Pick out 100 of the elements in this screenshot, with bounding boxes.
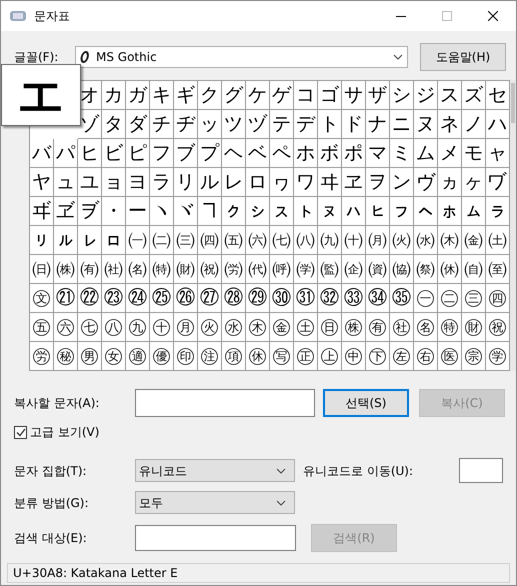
- search-field[interactable]: [135, 525, 296, 551]
- character-cell[interactable]: ㉖: [174, 284, 198, 313]
- character-cell[interactable]: ヮ: [270, 168, 294, 197]
- character-cell[interactable]: ヶ: [462, 168, 486, 197]
- character-cell[interactable]: ㉑: [54, 284, 78, 313]
- character-cell[interactable]: ㊠: [222, 342, 246, 371]
- character-cell[interactable]: ㈣: [198, 226, 222, 255]
- character-cell[interactable]: ㈢: [174, 226, 198, 255]
- character-cell[interactable]: ホ: [294, 139, 318, 168]
- character-cell[interactable]: ㉀: [414, 255, 438, 284]
- character-cell[interactable]: ㊄: [30, 313, 54, 342]
- character-cell[interactable]: ジ: [414, 81, 438, 110]
- character-cell[interactable]: ㊚: [78, 342, 102, 371]
- character-cell[interactable]: キ: [150, 81, 174, 110]
- character-cell[interactable]: ク: [198, 81, 222, 110]
- character-cell[interactable]: ㉙: [246, 284, 270, 313]
- character-cell[interactable]: タ: [102, 110, 126, 139]
- character-cell[interactable]: ㇱ: [246, 197, 270, 226]
- character-cell[interactable]: ㉘: [222, 284, 246, 313]
- character-cell[interactable]: ン: [390, 168, 414, 197]
- character-cell[interactable]: ㊞: [174, 342, 198, 371]
- character-cell[interactable]: モ: [462, 139, 486, 168]
- character-cell[interactable]: ム: [414, 139, 438, 168]
- character-cell[interactable]: ㊂: [462, 284, 486, 313]
- character-cell[interactable]: ㇿ: [102, 226, 126, 255]
- character-cell[interactable]: ヲ: [366, 168, 390, 197]
- character-cell[interactable]: ㊁: [438, 284, 462, 313]
- character-cell[interactable]: ㉞: [366, 284, 390, 313]
- character-cell[interactable]: ヅ: [246, 110, 270, 139]
- character-cell[interactable]: ド: [342, 110, 366, 139]
- character-cell[interactable]: ㊋: [198, 313, 222, 342]
- character-cell[interactable]: ミ: [390, 139, 414, 168]
- character-cell[interactable]: ㇰ: [222, 197, 246, 226]
- character-cell[interactable]: ㈱: [54, 255, 78, 284]
- character-cell[interactable]: ㈽: [342, 255, 366, 284]
- character-cell[interactable]: フ: [150, 139, 174, 168]
- character-cell[interactable]: ㊥: [342, 342, 366, 371]
- character-cell[interactable]: ナ: [366, 110, 390, 139]
- charset-dropdown[interactable]: 유니코드: [135, 459, 295, 482]
- character-cell[interactable]: ㈶: [174, 255, 198, 284]
- checkbox[interactable]: [14, 426, 27, 438]
- character-cell[interactable]: ヂ: [174, 110, 198, 139]
- character-cell[interactable]: ㈭: [438, 226, 462, 255]
- scrollbar[interactable]: [510, 80, 516, 371]
- character-cell[interactable]: ㈧: [294, 226, 318, 255]
- character-cell[interactable]: ㇸ: [414, 197, 438, 226]
- character-cell[interactable]: シ: [390, 81, 414, 110]
- character-cell[interactable]: ㈸: [222, 255, 246, 284]
- character-cell[interactable]: ヸ: [30, 197, 54, 226]
- character-cell[interactable]: ㊔: [414, 313, 438, 342]
- character-cell[interactable]: ヱ: [342, 168, 366, 197]
- character-cell[interactable]: ブ: [174, 139, 198, 168]
- character-cell[interactable]: マ: [366, 139, 390, 168]
- character-cell[interactable]: ㊈: [126, 313, 150, 342]
- character-cell[interactable]: ㊪: [462, 342, 486, 371]
- character-cell[interactable]: ㊨: [414, 342, 438, 371]
- character-cell[interactable]: ヒ: [78, 139, 102, 168]
- character-cell[interactable]: ヺ: [78, 197, 102, 226]
- character-cell[interactable]: ベ: [246, 139, 270, 168]
- character-cell[interactable]: ツ: [222, 110, 246, 139]
- character-cell[interactable]: ㇷ: [390, 197, 414, 226]
- character-cell[interactable]: ユ: [78, 168, 102, 197]
- character-cell[interactable]: ㊟: [198, 342, 222, 371]
- character-cell[interactable]: ボ: [318, 139, 342, 168]
- character-cell[interactable]: ロ: [246, 168, 270, 197]
- character-cell[interactable]: ケ: [246, 81, 270, 110]
- character-cell[interactable]: ギ: [174, 81, 198, 110]
- character-cell[interactable]: ㊅: [54, 313, 78, 342]
- character-cell[interactable]: ㊒: [366, 313, 390, 342]
- character-cell[interactable]: ㉓: [102, 284, 126, 313]
- character-cell[interactable]: ス: [438, 81, 462, 110]
- character-cell[interactable]: ㊌: [222, 313, 246, 342]
- character-cell[interactable]: ニ: [390, 110, 414, 139]
- character-cell[interactable]: ㈤: [222, 226, 246, 255]
- character-cell[interactable]: ㇹ: [438, 197, 462, 226]
- character-cell[interactable]: ㉟: [390, 284, 414, 313]
- character-cell[interactable]: ㇵ: [342, 197, 366, 226]
- character-cell[interactable]: ㈹: [246, 255, 270, 284]
- character-cell[interactable]: ㊇: [102, 313, 126, 342]
- character-cell[interactable]: ー: [126, 197, 150, 226]
- character-cell[interactable]: ㊖: [462, 313, 486, 342]
- character-cell[interactable]: ㊑: [342, 313, 366, 342]
- character-cell[interactable]: ㊉: [150, 313, 174, 342]
- character-cell[interactable]: ㊩: [438, 342, 462, 371]
- character-cell[interactable]: ㈴: [126, 255, 150, 284]
- character-cell[interactable]: ヾ: [174, 197, 198, 226]
- character-cell[interactable]: ゴ: [318, 81, 342, 110]
- character-cell[interactable]: ㈲: [78, 255, 102, 284]
- help-button[interactable]: 도움말(H): [420, 43, 506, 71]
- character-cell[interactable]: プ: [198, 139, 222, 168]
- character-cell[interactable]: ポ: [342, 139, 366, 168]
- character-cell[interactable]: ㈰: [30, 255, 54, 284]
- character-cell[interactable]: メ: [438, 139, 462, 168]
- character-cell[interactable]: ㊏: [294, 313, 318, 342]
- character-cell[interactable]: ㊘: [30, 342, 54, 371]
- character-cell[interactable]: ㈳: [102, 255, 126, 284]
- character-cell[interactable]: ル: [198, 168, 222, 197]
- character-cell[interactable]: ラ: [150, 168, 174, 197]
- character-cell[interactable]: ㈮: [462, 226, 486, 255]
- character-cell[interactable]: サ: [342, 81, 366, 110]
